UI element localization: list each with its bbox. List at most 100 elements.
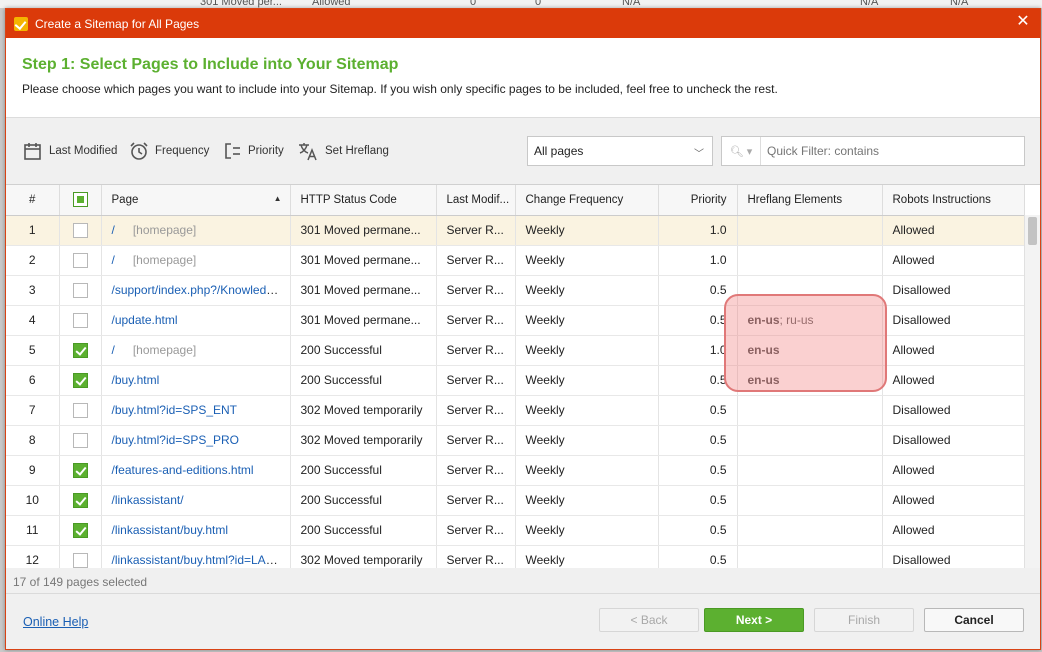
priority-cell[interactable]: 0.5 — [658, 545, 738, 568]
frequency-cell[interactable]: Weekly — [515, 365, 659, 396]
last-modified-cell[interactable]: Server R... — [436, 275, 516, 306]
page-url[interactable]: /linkassistant/buy.html?id=LA_... — [112, 553, 283, 567]
frequency-cell[interactable]: Weekly — [515, 515, 659, 546]
priority-button[interactable]: Priority — [222, 139, 284, 163]
last-modified-cell[interactable]: Server R... — [436, 395, 516, 426]
last-modified-cell[interactable]: Server R... — [436, 515, 516, 546]
page-filter-select[interactable]: All pages ﹀ — [527, 136, 713, 166]
table-row[interactable]: 4/update.html 301 Moved permane... Server … — [6, 305, 1025, 336]
page-url[interactable]: /update.html — [112, 313, 178, 327]
last-modified-cell[interactable]: Server R... — [436, 215, 516, 246]
row-checkbox-cell[interactable] — [59, 215, 102, 246]
online-help-link[interactable]: Online Help — [23, 615, 88, 629]
page-url[interactable]: / — [112, 253, 115, 267]
frequency-cell[interactable]: Weekly — [515, 395, 659, 426]
row-checkbox[interactable] — [72, 312, 88, 328]
cancel-button[interactable]: Cancel — [924, 608, 1024, 632]
row-checkbox-cell[interactable] — [59, 365, 102, 396]
back-button[interactable]: < Back — [599, 608, 699, 632]
page-url[interactable]: /linkassistant/buy.html — [112, 523, 229, 537]
page-cell[interactable]: /buy.html?id=SPS_ENT — [101, 395, 291, 426]
hreflang-cell[interactable] — [737, 545, 883, 568]
set-hreflang-button[interactable]: Set Hreflang — [297, 139, 389, 163]
last-modified-cell[interactable]: Server R... — [436, 545, 516, 568]
last-modified-cell[interactable]: Server R... — [436, 485, 516, 516]
page-url[interactable]: /buy.html?id=SPS_ENT — [112, 403, 238, 417]
col-priority[interactable]: Priority — [658, 185, 738, 216]
last-modified-cell[interactable]: Server R... — [436, 425, 516, 456]
table-row[interactable]: 7/buy.html?id=SPS_ENT 302 Moved temporari… — [6, 395, 1025, 426]
page-url[interactable]: /buy.html?id=SPS_PRO — [112, 433, 240, 447]
hreflang-cell[interactable]: en-us; ru-us — [737, 305, 883, 336]
col-hreflang[interactable]: Hreflang Elements — [737, 185, 883, 216]
row-checkbox[interactable] — [72, 282, 88, 298]
priority-cell[interactable]: 0.5 — [658, 455, 738, 486]
row-checkbox[interactable] — [72, 342, 88, 358]
hreflang-cell[interactable] — [737, 395, 883, 426]
table-row[interactable]: 10/linkassistant/200 Successful Server R.… — [6, 485, 1025, 516]
last-modified-cell[interactable]: Server R... — [436, 365, 516, 396]
row-checkbox-cell[interactable] — [59, 455, 102, 486]
col-last-modified[interactable]: Last Modif... — [436, 185, 516, 216]
last-modified-cell[interactable]: Server R... — [436, 245, 516, 276]
row-checkbox[interactable] — [72, 402, 88, 418]
hreflang-cell[interactable] — [737, 455, 883, 486]
priority-cell[interactable]: 0.5 — [658, 305, 738, 336]
page-url[interactable]: /linkassistant/ — [112, 493, 184, 507]
row-checkbox-cell[interactable] — [59, 515, 102, 546]
row-checkbox-cell[interactable] — [59, 485, 102, 516]
page-url[interactable]: /buy.html — [112, 373, 160, 387]
priority-cell[interactable]: 0.5 — [658, 395, 738, 426]
frequency-cell[interactable]: Weekly — [515, 275, 659, 306]
page-cell[interactable]: / [homepage] — [101, 245, 291, 276]
page-cell[interactable]: /linkassistant/buy.html?id=LA_... — [101, 545, 291, 568]
search-icon[interactable]: 🔍︎ ▾ — [722, 137, 761, 165]
table-row[interactable]: 8/buy.html?id=SPS_PRO 302 Moved temporari… — [6, 425, 1025, 456]
row-checkbox[interactable] — [72, 462, 88, 478]
page-cell[interactable]: / [homepage] — [101, 215, 291, 246]
hreflang-cell[interactable] — [737, 275, 883, 306]
frequency-button[interactable]: Frequency — [129, 139, 209, 163]
col-robots[interactable]: Robots Instructions — [882, 185, 1025, 216]
table-row[interactable]: 12/linkassistant/buy.html?id=LA_... 302 M… — [6, 545, 1025, 568]
table-row[interactable]: 2 / [homepage] 301 Moved permane... Server R… — [6, 245, 1025, 276]
frequency-cell[interactable]: Weekly — [515, 425, 659, 456]
page-url[interactable]: /features-and-editions.html — [112, 463, 254, 477]
row-checkbox-cell[interactable] — [59, 275, 102, 306]
hreflang-cell[interactable]: en-us — [737, 365, 883, 396]
page-cell[interactable]: / [homepage] — [101, 335, 291, 366]
priority-cell[interactable]: 0.5 — [658, 365, 738, 396]
row-checkbox-cell[interactable] — [59, 395, 102, 426]
title-bar[interactable]: Create a Sitemap for All Pages ✕ — [6, 9, 1040, 38]
hreflang-cell[interactable] — [737, 215, 883, 246]
row-checkbox-cell[interactable] — [59, 425, 102, 456]
row-checkbox[interactable] — [72, 432, 88, 448]
frequency-cell[interactable]: Weekly — [515, 335, 659, 366]
priority-cell[interactable]: 1.0 — [658, 245, 738, 276]
page-cell[interactable]: /buy.html — [101, 365, 291, 396]
quick-filter-input[interactable] — [761, 144, 1024, 158]
priority-cell[interactable]: 0.5 — [658, 515, 738, 546]
last-modified-cell[interactable]: Server R... — [436, 455, 516, 486]
row-checkbox-cell[interactable] — [59, 245, 102, 276]
table-row[interactable]: 11/linkassistant/buy.html 200 Successful S… — [6, 515, 1025, 546]
page-url[interactable]: / — [112, 223, 115, 237]
next-button[interactable]: Next > — [704, 608, 804, 632]
frequency-cell[interactable]: Weekly — [515, 545, 659, 568]
page-url[interactable]: /support/index.php?/Knowledgeb — [112, 283, 287, 297]
row-checkbox[interactable] — [72, 552, 88, 568]
row-checkbox-cell[interactable] — [59, 335, 102, 366]
col-page[interactable]: Page ▲ — [101, 185, 291, 216]
close-icon[interactable]: ✕ — [1016, 14, 1030, 30]
table-row[interactable]: 1 / [homepage] 301 Moved permane... Server R… — [6, 215, 1025, 246]
frequency-cell[interactable]: Weekly — [515, 485, 659, 516]
hreflang-cell[interactable] — [737, 515, 883, 546]
hreflang-cell[interactable] — [737, 425, 883, 456]
row-checkbox[interactable] — [72, 222, 88, 238]
last-modified-button[interactable]: Last Modified — [23, 139, 117, 163]
finish-button[interactable]: Finish — [814, 608, 914, 632]
scrollbar-thumb[interactable] — [1028, 217, 1037, 245]
frequency-cell[interactable]: Weekly — [515, 455, 659, 486]
page-cell[interactable]: /linkassistant/ — [101, 485, 291, 516]
page-cell[interactable]: /linkassistant/buy.html — [101, 515, 291, 546]
